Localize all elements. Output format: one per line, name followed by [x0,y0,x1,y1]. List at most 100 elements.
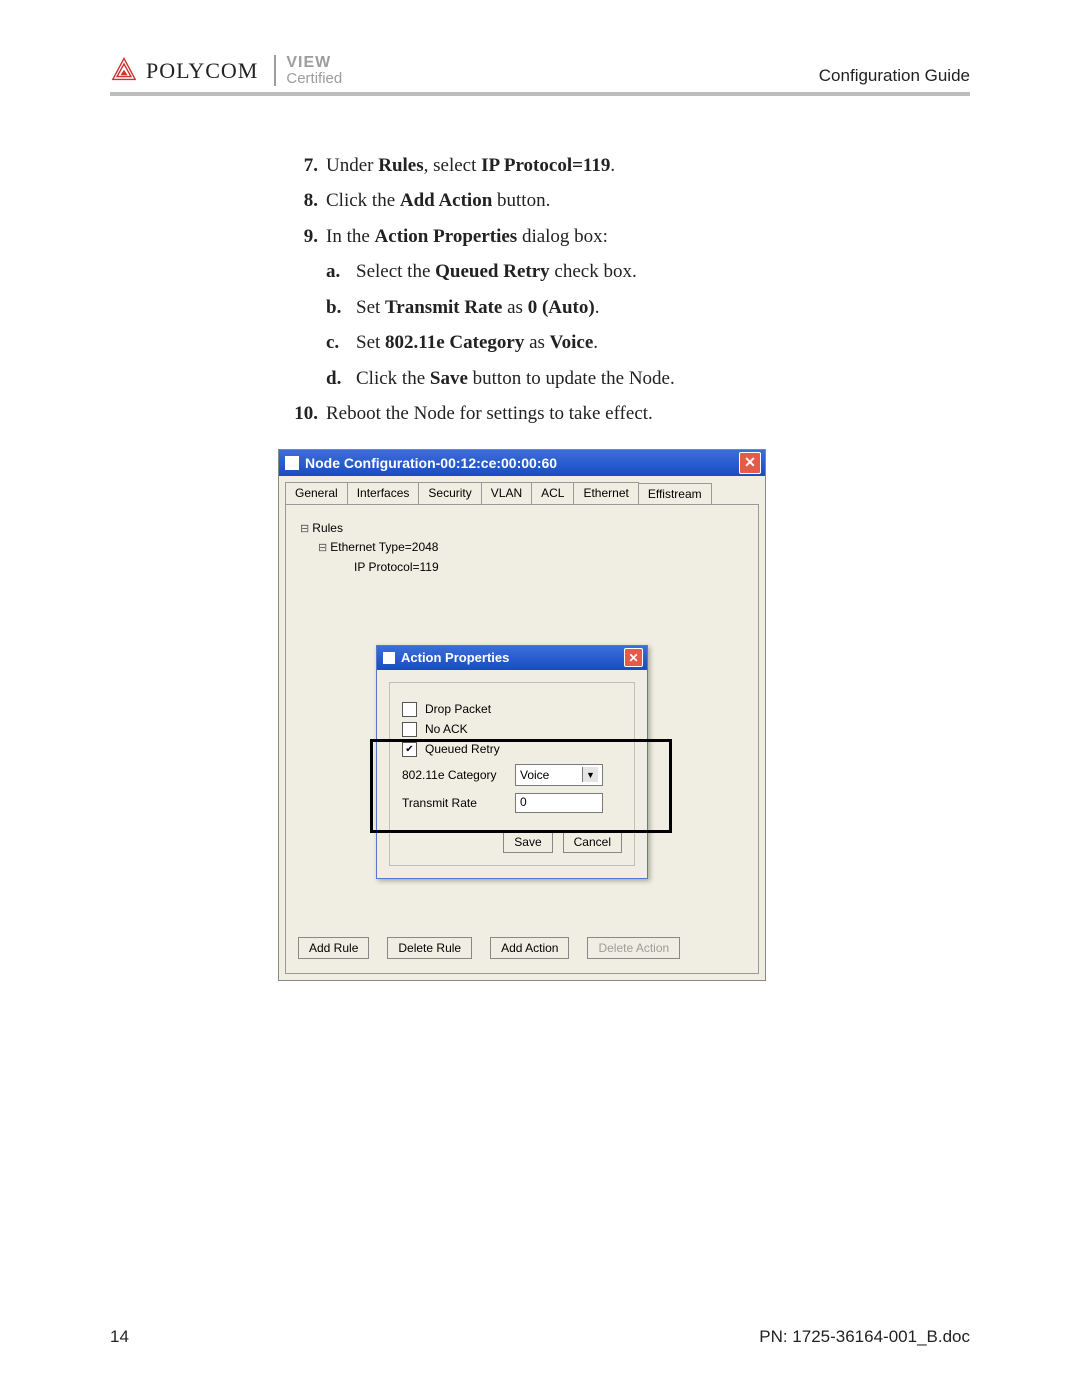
checkbox-row-drop-packet: Drop Packet [402,702,622,717]
text: . [593,332,598,353]
input-transmit-rate[interactable]: 0 [515,793,603,813]
field-row-category: 802.11e Category Voice ▼ [402,764,622,786]
tab-effistream[interactable]: Effistream [638,483,712,505]
window-app-icon [285,456,299,470]
text: dialog box: [517,226,608,247]
text: Click the [356,368,430,389]
tab-security[interactable]: Security [418,482,481,504]
delete-action-button[interactable]: Delete Action [587,937,680,959]
logo-block: POLYCOM VIEW Certified [110,55,342,86]
dialog-titlebar[interactable]: Action Properties ✕ [377,646,647,670]
select-value: Voice [520,768,549,782]
dialog-title: Action Properties [401,650,509,665]
tab-vlan[interactable]: VLAN [481,482,532,504]
text: . [610,155,615,176]
text: . [595,297,600,318]
page-number: 14 [110,1327,129,1347]
step-9: 9. In the Action Properties dialog box: [280,222,970,251]
field-label-transmit-rate: Transmit Rate [402,796,507,810]
step-10: 10. Reboot the Node for settings to take… [280,399,970,428]
step-number: 8. [280,186,326,215]
tree-leaf-ip-protocol[interactable]: IP Protocol=119 [344,558,748,577]
bold: Transmit Rate [385,297,502,318]
add-rule-button[interactable]: Add Rule [298,937,369,959]
text: Select the [356,261,435,282]
brand-name: POLYCOM [146,58,258,84]
substep-d: d. Click the Save button to update the N… [326,364,970,393]
delete-rule-button[interactable]: Delete Rule [387,937,472,959]
node-configuration-window: Node Configuration-00:12:ce:00:00:60 ✕ G… [278,449,766,981]
tab-strip: General Interfaces Security VLAN ACL Eth… [279,476,765,504]
field-row-transmit-rate: Transmit Rate 0 [402,793,622,813]
text: Reboot the Node for settings to take eff… [326,399,653,428]
tree-root-rules[interactable]: Rules [300,519,748,539]
save-button[interactable]: Save [503,831,552,853]
substep-letter: b. [326,293,356,322]
substep-c: c. Set 802.11e Category as Voice. [326,328,970,357]
text: Click the [326,190,400,211]
tab-general[interactable]: General [285,482,348,504]
step-number: 7. [280,151,326,180]
text: , select [424,155,482,176]
embedded-screenshot: Node Configuration-00:12:ce:00:00:60 ✕ G… [278,449,766,981]
substep-letter: c. [326,328,356,357]
text: as [502,297,527,318]
substep-b: b. Set Transmit Rate as 0 (Auto). [326,293,970,322]
text: as [524,332,549,353]
tab-acl[interactable]: ACL [531,482,574,504]
tagline-certified: Certified [286,71,342,86]
chevron-down-icon: ▼ [582,767,598,782]
tab-interfaces[interactable]: Interfaces [347,482,420,504]
bold: Queued Retry [435,261,550,282]
close-icon[interactable]: ✕ [739,452,761,474]
step-7: 7. Under Rules, select IP Protocol=119. [280,151,970,180]
tab-panel-effistream: Rules Ethernet Type=2048 IP Protocol=119… [285,504,759,974]
text: button. [492,190,550,211]
checkbox-label: No ACK [425,722,468,736]
tab-ethernet[interactable]: Ethernet [573,482,638,504]
checkbox-drop-packet[interactable] [402,702,417,717]
bold: 0 (Auto) [528,297,595,318]
close-icon[interactable]: ✕ [624,648,643,667]
add-action-button[interactable]: Add Action [490,937,569,959]
bold: Rules [378,155,423,176]
cancel-button[interactable]: Cancel [563,831,622,853]
text: Under [326,155,378,176]
dialog-body: Drop Packet No ACK ✔ Queued Retry 802.11… [389,682,635,866]
checkbox-label: Queued Retry [425,742,500,756]
rules-tree: Rules Ethernet Type=2048 IP Protocol=119 [300,519,748,577]
checkbox-row-queued-retry: ✔ Queued Retry [402,742,622,757]
view-certified-block: VIEW Certified [274,55,342,86]
substep-a: a. Select the Queued Retry check box. [326,257,970,286]
page-footer: 14 PN: 1725-36164-001_B.doc [110,1327,970,1347]
field-label-category: 802.11e Category [402,768,507,782]
instruction-steps: 7. Under Rules, select IP Protocol=119. … [280,151,970,429]
checkbox-queued-retry[interactable]: ✔ [402,742,417,757]
text: check box. [550,261,637,282]
tagline-view: VIEW [286,55,342,71]
select-80211e-category[interactable]: Voice ▼ [515,764,603,786]
bold: Save [430,368,468,389]
substep-letter: a. [326,257,356,286]
polycom-triangle-icon [110,57,138,85]
checkbox-label: Drop Packet [425,702,491,716]
header-doc-title: Configuration Guide [819,66,970,86]
bold: IP Protocol=119 [481,155,610,176]
bold: Voice [550,332,594,353]
window-titlebar[interactable]: Node Configuration-00:12:ce:00:00:60 ✕ [279,450,765,476]
bold: Action Properties [375,226,518,247]
dialog-button-row: Save Cancel [402,831,622,853]
action-properties-dialog: Action Properties ✕ Drop Packet No ACK [376,645,648,879]
page-header: POLYCOM VIEW Certified Configuration Gui… [110,55,970,96]
step-8: 8. Click the Add Action button. [280,186,970,215]
text: Set [356,297,385,318]
part-number: PN: 1725-36164-001_B.doc [759,1327,970,1347]
step-number: 10. [280,399,326,428]
bold: Add Action [400,190,492,211]
tree-node-ethernet-type[interactable]: Ethernet Type=2048 [318,538,748,558]
text: button to update the Node. [468,368,675,389]
checkbox-row-no-ack: No ACK [402,722,622,737]
checkbox-no-ack[interactable] [402,722,417,737]
text: Set [356,332,385,353]
rule-action-button-row: Add Rule Delete Rule Add Action Delete A… [298,937,680,959]
